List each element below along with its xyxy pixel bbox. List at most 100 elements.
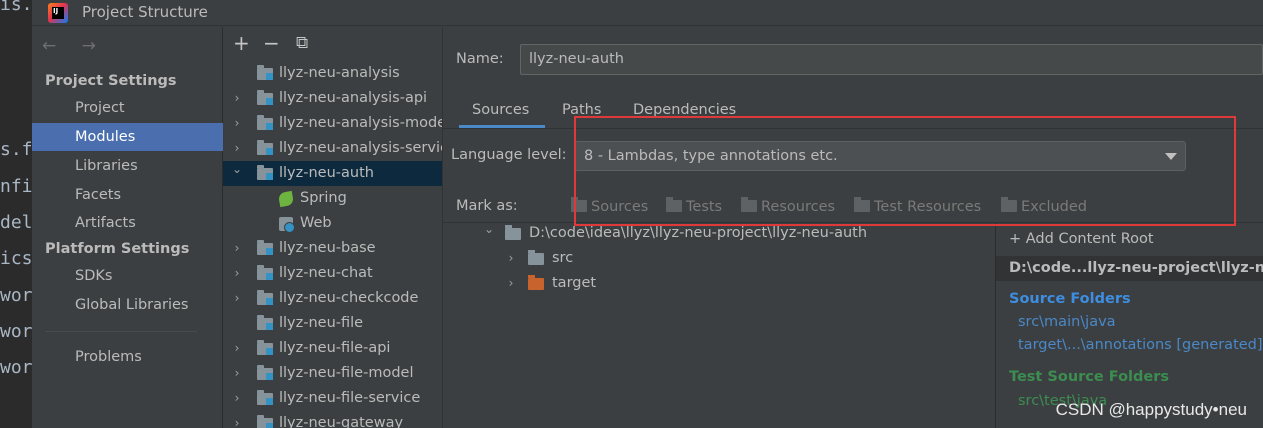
chevron-right-icon[interactable]: › [231,336,243,361]
tree-row-module[interactable]: › llyz-neu-analysis-api [223,86,442,111]
source-folder-item[interactable]: src\main\java [1018,314,1116,330]
folder-icon [528,250,544,265]
module-name-input[interactable]: llyz-neu-auth [520,44,1263,75]
nav-item-libraries[interactable]: Libraries [32,152,223,180]
tree-row-label: llyz-neu-analysis-servic [279,140,443,156]
copy-icon[interactable]: ⧉ [296,33,308,53]
highlight-annotation-box [574,116,1236,226]
module-folder-icon [257,415,273,428]
tree-row-label: llyz-neu-file [279,315,364,331]
mark-as-label: Mark as: [456,198,518,214]
module-detail-panel: Name: llyz-neu-auth Sources Paths Depend… [443,27,1263,428]
window-title: Project Structure [82,3,208,21]
module-folder-icon [257,265,273,280]
folder-row-src[interactable]: › src [443,246,995,271]
project-structure-dialog: IJ Project Structure ← → Project Setting… [32,0,1263,428]
title-bar[interactable]: IJ Project Structure [32,0,1263,26]
folder-icon [505,225,521,240]
nav-item-artifacts[interactable]: Artifacts [32,209,223,237]
tree-row-label: llyz-neu-analysis [279,65,400,81]
module-folder-icon [257,315,273,330]
module-tree-panel: + − ⧉ llyz-neu-analysis › llyz-neu-analy… [223,27,443,428]
tree-row-module[interactable]: › llyz-neu-analysis-mode [223,111,442,136]
nav-item-problems[interactable]: Problems [32,343,223,371]
tree-row-label: llyz-neu-checkcode [279,290,419,306]
module-folder-icon [257,340,273,355]
source-folders-heading: Source Folders [1009,291,1131,307]
add-content-root-button[interactable]: + Add Content Root [1009,231,1154,247]
content-roots-panel: + Add Content Root D:\code...llyz-neu-pr… [995,223,1263,428]
tree-row-module-selected[interactable]: ⌄ llyz-neu-auth [223,161,442,186]
chevron-right-icon[interactable]: › [231,286,243,311]
nav-item-modules[interactable]: Modules [32,123,223,151]
tree-row-facet[interactable]: Spring [223,186,442,211]
tree-row-label: llyz-neu-gateway [279,415,404,428]
tree-row-label: Spring [300,190,347,206]
tree-row-label: llyz-neu-file-api [279,340,391,356]
intellij-idea-icon: IJ [48,3,68,23]
back-forward-arrows-icon[interactable]: ← → [42,36,106,56]
tree-row-module[interactable]: › llyz-neu-file-service [223,386,442,411]
tree-row-module[interactable]: › llyz-neu-file-api [223,336,442,361]
tree-row-module[interactable]: llyz-neu-analysis [223,61,442,86]
chevron-right-icon[interactable]: › [231,386,243,411]
remove-icon[interactable]: − [263,31,280,55]
tree-row-module[interactable]: › llyz-neu-gateway [223,411,442,428]
chevron-right-icon[interactable]: › [231,111,243,136]
module-folder-icon [257,140,273,155]
editor-line: wor [0,321,32,342]
settings-nav: ← → Project Settings Project Modules Lib… [32,27,223,428]
module-folder-icon [257,365,273,380]
excluded-folder-icon [528,275,544,290]
tree-row-module[interactable]: › llyz-neu-file-model [223,361,442,386]
tree-row-module[interactable]: › llyz-neu-base [223,236,442,261]
platform-settings-heading: Platform Settings [45,241,190,257]
source-folder-item[interactable]: target\...\annotations [generated] [1018,337,1263,353]
nav-item-sdks[interactable]: SDKs [32,262,223,290]
chevron-right-icon[interactable]: › [231,236,243,261]
chevron-right-icon[interactable]: › [505,246,517,271]
tree-row-module[interactable]: › llyz-neu-chat [223,261,442,286]
tree-row-label: llyz-neu-auth [279,165,374,181]
chevron-right-icon[interactable]: › [231,86,243,111]
editor-line: s.f [0,139,32,160]
project-settings-heading: Project Settings [45,73,177,89]
tree-row-label: llyz-neu-file-service [279,390,421,406]
content-root-tree: ⌄ D:\code\idea\llyz\llyz-neu-project\lly… [443,222,995,428]
tree-row-module[interactable]: › llyz-neu-checkcode [223,286,442,311]
editor-background: is. s.f nfi del ics wor wor wor [0,0,32,428]
tree-row-label: llyz-neu-base [279,240,376,256]
nav-item-facets[interactable]: Facets [32,181,223,209]
tree-toolbar: + − ⧉ [223,27,442,60]
tab-sources[interactable]: Sources [472,102,529,118]
tree-row-label: Web [300,215,332,231]
folder-row-target[interactable]: › target [443,271,995,296]
tree-row-facet[interactable]: Web [223,211,442,236]
module-folder-icon [257,290,273,305]
module-folder-icon [257,115,273,130]
chevron-down-icon[interactable]: ⌄ [231,157,243,182]
nav-item-project[interactable]: Project [32,94,223,122]
module-folder-icon [257,165,273,180]
chevron-right-icon[interactable]: › [231,411,243,428]
chevron-right-icon[interactable]: › [505,271,517,296]
module-folder-icon [257,90,273,105]
chevron-down-icon[interactable]: ⌄ [483,217,495,242]
tree-row-label: llyz-neu-chat [279,265,373,281]
spring-leaf-icon [277,190,295,208]
language-level-label: Language level: [451,147,567,163]
content-root-header: D:\code...llyz-neu-project\llyz-neu-au [996,256,1263,281]
add-icon[interactable]: + [233,31,250,55]
tree-row-module[interactable]: › llyz-neu-analysis-servic [223,136,443,161]
name-label: Name: [456,51,504,67]
editor-line: nfi [0,176,32,197]
test-source-folders-heading: Test Source Folders [1009,369,1170,385]
nav-item-global-libraries[interactable]: Global Libraries [32,291,223,319]
chevron-right-icon[interactable]: › [231,361,243,386]
chevron-right-icon[interactable]: › [231,261,243,286]
module-folder-icon [257,65,273,80]
tree-row-module[interactable]: llyz-neu-file [223,311,442,336]
editor-line: del [0,212,32,233]
web-facet-icon [279,217,295,233]
editor-line: wor [0,357,32,378]
